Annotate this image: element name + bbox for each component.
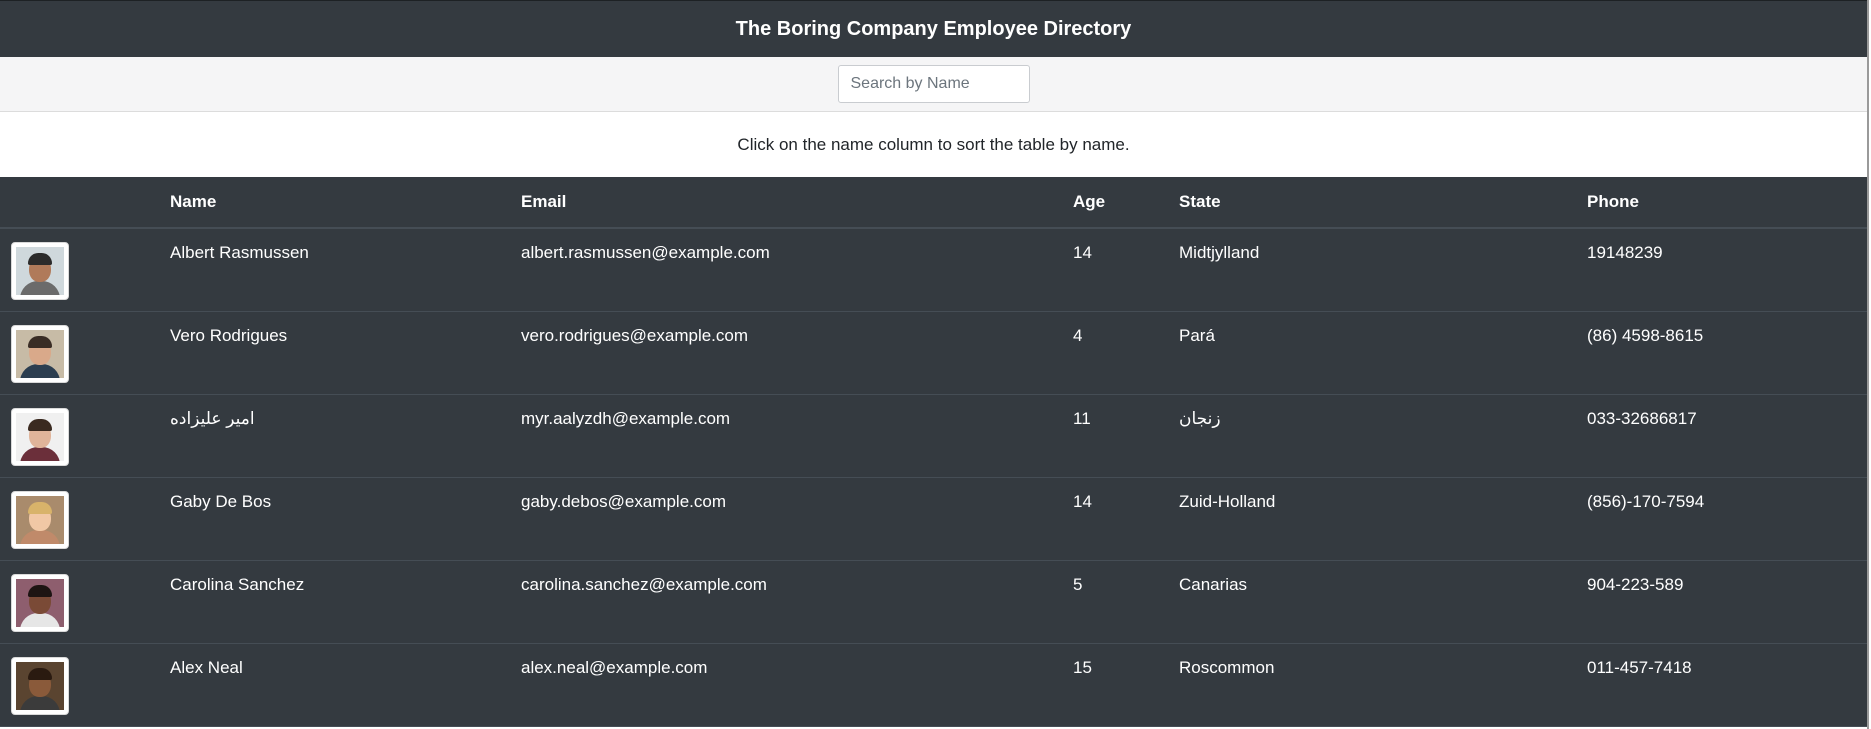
table-header: Name Email Age State Phone <box>0 177 1867 229</box>
employee-email: gaby.debos@example.com <box>521 477 1073 561</box>
employee-email: alex.neal@example.com <box>521 643 1073 727</box>
employee-name: Albert Rasmussen <box>170 228 521 312</box>
table-row: Carolina Sanchez carolina.sanchez@exampl… <box>0 560 1867 644</box>
woman-avatar-photo-icon <box>16 495 64 544</box>
employee-name: Gaby De Bos <box>170 477 521 561</box>
table-row: Albert Rasmussen albert.rasmussen@exampl… <box>0 228 1867 312</box>
column-header-image <box>0 177 170 229</box>
employee-email: vero.rodrigues@example.com <box>521 311 1073 395</box>
avatar <box>11 656 69 715</box>
employee-age: 14 <box>1073 477 1179 561</box>
app-header: The Boring Company Employee Directory <box>0 0 1867 57</box>
table-header-row: Name Email Age State Phone <box>0 177 1867 229</box>
column-header-name[interactable]: Name <box>170 177 521 229</box>
employee-phone: 011-457-7418 <box>1587 643 1867 727</box>
column-header-email: Email <box>521 177 1073 229</box>
man-avatar-photo-icon <box>16 329 64 378</box>
employee-state: زنجان <box>1179 394 1587 478</box>
employee-phone: 19148239 <box>1587 228 1867 312</box>
employee-age: 15 <box>1073 643 1179 727</box>
avatar-cell <box>0 394 170 478</box>
employee-age: 11 <box>1073 394 1179 478</box>
column-header-state: State <box>1179 177 1587 229</box>
table-body: Albert Rasmussen albert.rasmussen@exampl… <box>0 228 1867 727</box>
employee-email: myr.aalyzdh@example.com <box>521 394 1073 478</box>
employee-name: Carolina Sanchez <box>170 560 521 644</box>
employee-state: Pará <box>1179 311 1587 395</box>
table-row: Gaby De Bos gaby.debos@example.com 14 Zu… <box>0 477 1867 561</box>
employee-name: Alex Neal <box>170 643 521 727</box>
employee-phone: 904-223-589 <box>1587 560 1867 644</box>
man-avatar-photo-icon <box>16 247 64 295</box>
avatar-cell <box>0 560 170 644</box>
employee-email: carolina.sanchez@example.com <box>521 560 1073 644</box>
employee-name: Vero Rodrigues <box>170 311 521 395</box>
avatar <box>11 407 69 466</box>
employee-phone: 033-32686817 <box>1587 394 1867 478</box>
avatar <box>11 490 69 549</box>
employee-email: albert.rasmussen@example.com <box>521 228 1073 312</box>
avatar-cell <box>0 311 170 395</box>
column-header-phone: Phone <box>1587 177 1867 229</box>
employee-phone: (856)-170-7594 <box>1587 477 1867 561</box>
avatar-cell <box>0 643 170 727</box>
avatar <box>11 242 69 300</box>
employee-state: Zuid-Holland <box>1179 477 1587 561</box>
employee-age: 4 <box>1073 311 1179 395</box>
page: The Boring Company Employee Directory Cl… <box>0 0 1869 729</box>
avatar <box>11 324 69 383</box>
table-row: امیر علیزاده myr.aalyzdh@example.com 11 … <box>0 394 1867 478</box>
woman-avatar-photo-icon <box>16 578 64 627</box>
employee-state: Canarias <box>1179 560 1587 644</box>
employee-state: Midtjylland <box>1179 228 1587 312</box>
man-avatar-photo-icon <box>16 661 64 710</box>
instructions-banner: Click on the name column to sort the tab… <box>0 112 1867 177</box>
table-row: Alex Neal alex.neal@example.com 15 Rosco… <box>0 643 1867 727</box>
table-row: Vero Rodrigues vero.rodrigues@example.co… <box>0 311 1867 395</box>
employee-table: Name Email Age State Phone Albert Rasmus… <box>0 177 1867 727</box>
instructions-text: Click on the name column to sort the tab… <box>737 134 1130 154</box>
employee-state: Roscommon <box>1179 643 1587 727</box>
employee-age: 5 <box>1073 560 1179 644</box>
avatar <box>11 573 69 632</box>
employee-name: امیر علیزاده <box>170 394 521 478</box>
avatar-cell <box>0 228 170 312</box>
column-header-age: Age <box>1073 177 1179 229</box>
page-title: The Boring Company Employee Directory <box>735 17 1132 40</box>
search-input[interactable] <box>837 65 1030 103</box>
man-avatar-photo-icon <box>16 412 64 461</box>
avatar-cell <box>0 477 170 561</box>
search-bar <box>0 57 1867 112</box>
employee-age: 14 <box>1073 228 1179 312</box>
employee-phone: (86) 4598-8615 <box>1587 311 1867 395</box>
